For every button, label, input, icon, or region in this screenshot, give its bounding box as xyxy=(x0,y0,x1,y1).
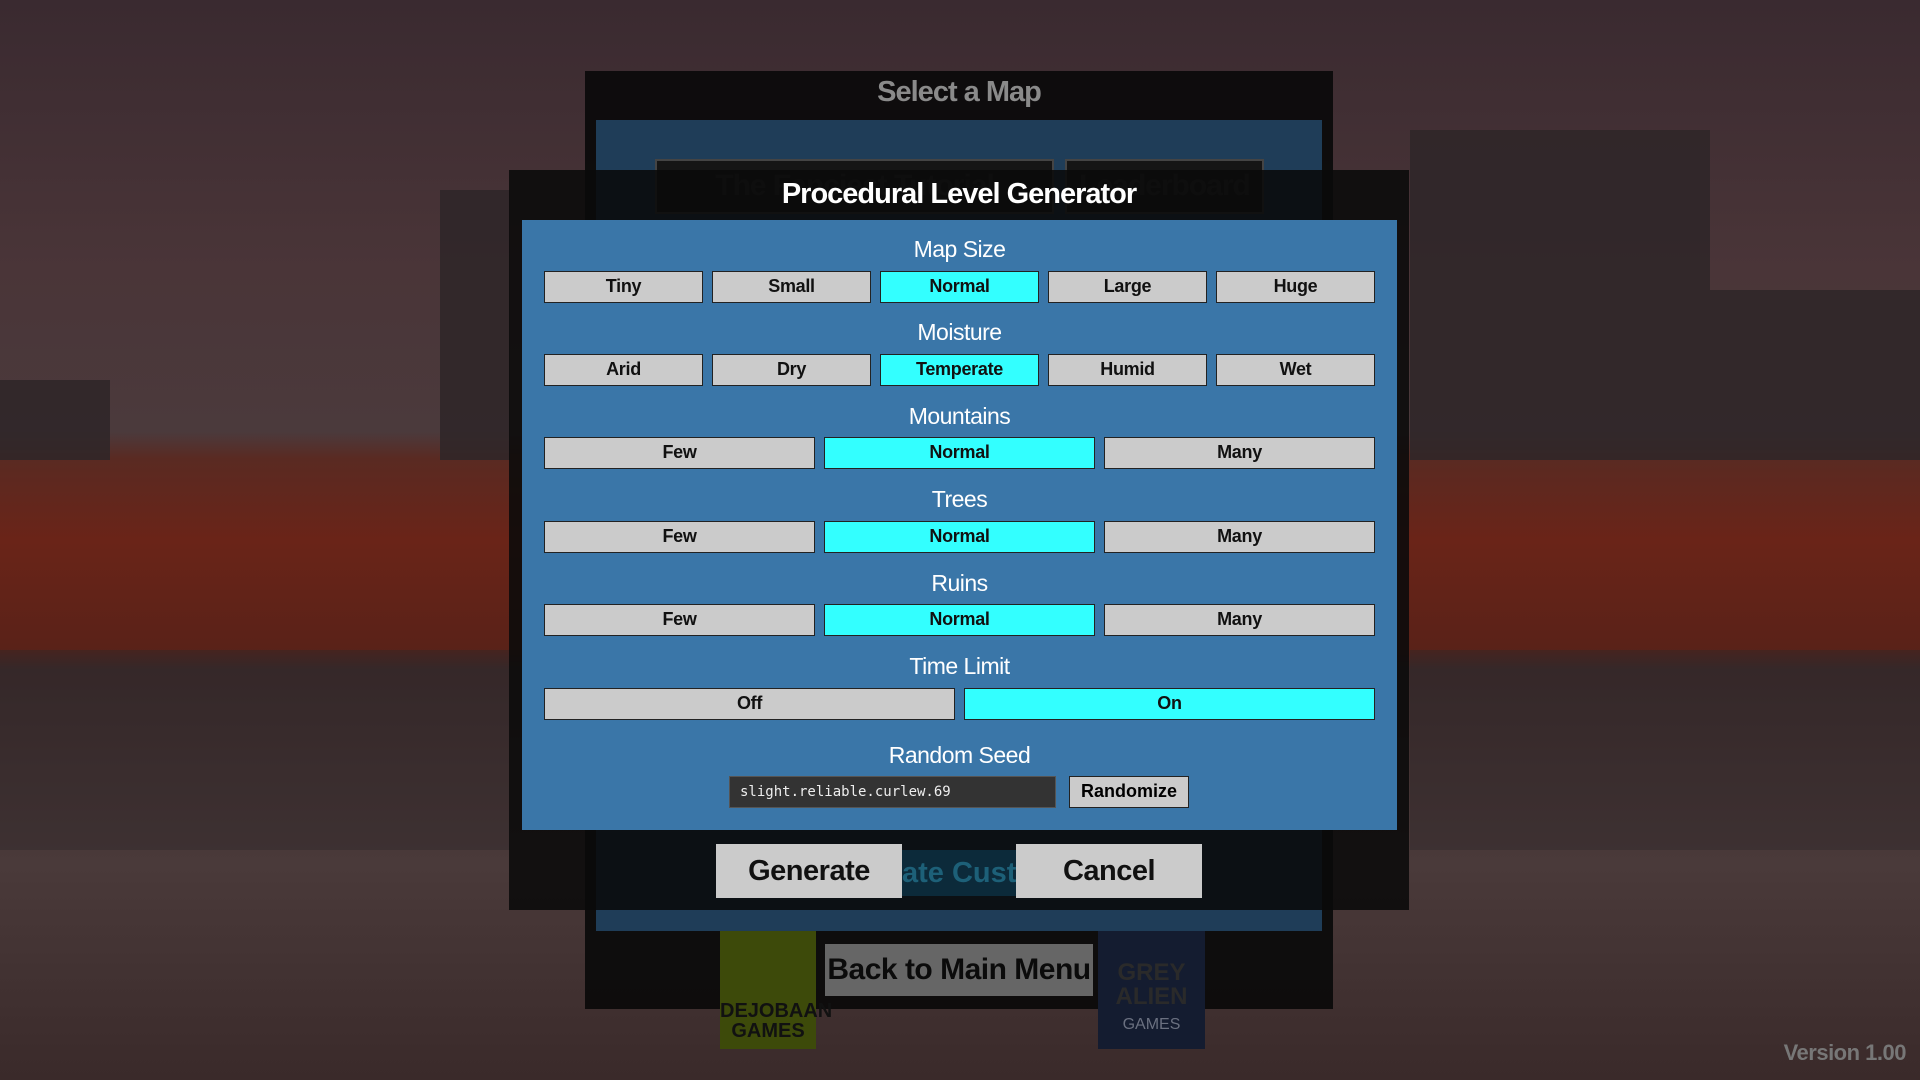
city-skyline xyxy=(440,190,510,460)
ruins-label: Ruins xyxy=(931,570,988,596)
map-size-options: Tiny Small Normal Large Huge xyxy=(544,271,1375,303)
trees-option-many[interactable]: Many xyxy=(1104,521,1375,553)
mountains-option-many[interactable]: Many xyxy=(1104,437,1375,469)
moisture-options: Arid Dry Temperate Humid Wet xyxy=(544,354,1375,386)
random-seed-label: Random Seed xyxy=(888,742,1031,768)
trees-options: Few Normal Many xyxy=(544,521,1375,553)
ruins-options: Few Normal Many xyxy=(544,604,1375,636)
logo-text: GAMES xyxy=(1122,1016,1181,1033)
mountains-label: Mountains xyxy=(908,403,1011,429)
dejobaan-games-logo: DEJOBAAN GAMES xyxy=(720,931,832,1049)
trees-option-few[interactable]: Few xyxy=(544,521,815,553)
city-reflection xyxy=(1410,650,1920,850)
trees-option-normal[interactable]: Normal xyxy=(824,521,1095,553)
version-label: Version 1.00 xyxy=(1783,1040,1907,1065)
ruins-option-normal[interactable]: Normal xyxy=(824,604,1095,636)
map-size-option-large[interactable]: Large xyxy=(1048,271,1207,303)
mountains-options: Few Normal Many xyxy=(544,437,1375,469)
randomize-button[interactable]: Randomize xyxy=(1069,776,1189,808)
dialog-title: Procedural Level Generator xyxy=(781,178,1137,210)
logo-text: GREY ALIEN xyxy=(1115,959,1188,1010)
cancel-button[interactable]: Cancel xyxy=(1016,844,1202,898)
moisture-option-temperate[interactable]: Temperate xyxy=(880,354,1039,386)
time-limit-option-on[interactable]: On xyxy=(964,688,1375,720)
map-size-option-tiny[interactable]: Tiny xyxy=(544,271,703,303)
city-skyline xyxy=(0,380,110,460)
city-skyline xyxy=(1410,130,1710,460)
generate-button[interactable]: Generate xyxy=(716,844,902,898)
random-seed-input[interactable]: slight.reliable.curlew.69 xyxy=(729,776,1056,808)
moisture-label: Moisture xyxy=(917,319,1002,345)
moisture-option-wet[interactable]: Wet xyxy=(1216,354,1375,386)
grey-alien-games-logo: GREY ALIEN GAMES xyxy=(1098,931,1205,1049)
map-size-option-normal[interactable]: Normal xyxy=(880,271,1039,303)
mountains-option-few[interactable]: Few xyxy=(544,437,815,469)
mountains-option-normal[interactable]: Normal xyxy=(824,437,1095,469)
moisture-option-dry[interactable]: Dry xyxy=(712,354,871,386)
map-size-label: Map Size xyxy=(913,236,1006,262)
time-limit-label: Time Limit xyxy=(909,653,1010,679)
city-skyline xyxy=(1710,290,1920,460)
trees-label: Trees xyxy=(931,486,988,512)
city-reflection xyxy=(0,650,510,850)
create-custom-map-button: ate Custo xyxy=(902,850,1016,896)
select-map-title: Select a Map xyxy=(877,76,1042,108)
time-limit-option-off[interactable]: Off xyxy=(544,688,955,720)
map-size-option-small[interactable]: Small xyxy=(712,271,871,303)
time-limit-options: Off On xyxy=(544,688,1375,720)
moisture-option-humid[interactable]: Humid xyxy=(1048,354,1207,386)
settings-panel: Map Size Tiny Small Normal Large Huge Moisture… xyxy=(522,220,1397,830)
ruins-option-few[interactable]: Few xyxy=(544,604,815,636)
ruins-option-many[interactable]: Many xyxy=(1104,604,1375,636)
back-to-main-menu-button: Back to Main Menu xyxy=(825,944,1093,996)
map-size-option-huge[interactable]: Huge xyxy=(1216,271,1375,303)
moisture-option-arid[interactable]: Arid xyxy=(544,354,703,386)
